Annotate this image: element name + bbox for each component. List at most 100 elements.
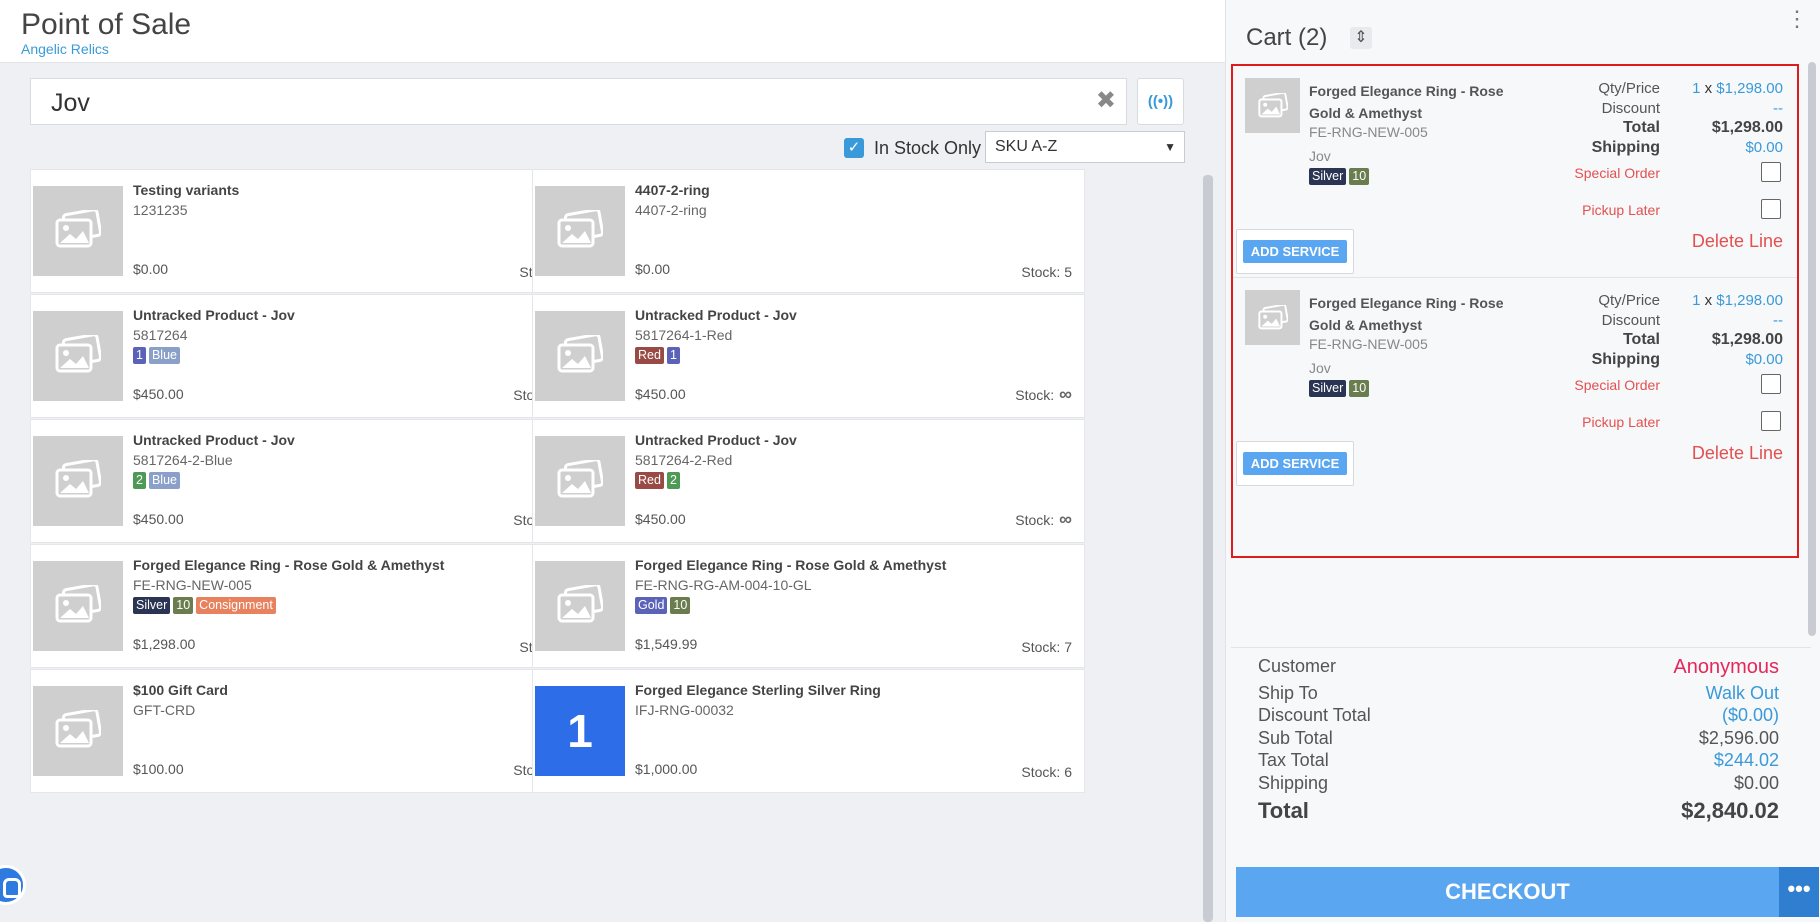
shipping-row: Shipping $0.00 bbox=[1231, 773, 1811, 799]
ship-to-link[interactable]: Walk Out bbox=[1706, 683, 1779, 704]
pickup-later-label: Pickup Later bbox=[1582, 202, 1660, 218]
qty-price-label: Qty/Price bbox=[1598, 80, 1660, 97]
line-shipping-link[interactable]: $0.00 bbox=[1745, 139, 1783, 156]
product-price: $1,549.99 bbox=[635, 636, 698, 652]
qty-price-value[interactable]: 1 x $1,298.00 bbox=[1692, 292, 1783, 309]
image-icon bbox=[55, 335, 101, 373]
product-card[interactable]: Forged Elegance Ring - Rose Gold & Ameth… bbox=[532, 544, 1085, 668]
image-icon bbox=[557, 585, 603, 623]
sort-select[interactable]: SKU A-Z ▼ bbox=[985, 131, 1185, 163]
discount-link[interactable]: -- bbox=[1773, 312, 1783, 329]
variant-tag: Red bbox=[635, 472, 664, 489]
product-price: $450.00 bbox=[133, 386, 184, 402]
image-icon bbox=[55, 710, 101, 748]
checkout-button[interactable]: CHECKOUT bbox=[1236, 867, 1779, 917]
unit-price-link[interactable]: $1,298.00 bbox=[1712, 80, 1783, 97]
variant-tag: 10 bbox=[173, 597, 194, 614]
unit-price-link[interactable]: $1,298.00 bbox=[1712, 292, 1783, 309]
product-card[interactable]: Untracked Product - Jov 5817264-2-Red Re… bbox=[532, 419, 1085, 543]
product-price: $0.00 bbox=[635, 261, 671, 277]
variant-tag: Red bbox=[635, 347, 664, 364]
product-card[interactable]: 1 Forged Elegance Sterling Silver Ring I… bbox=[532, 669, 1085, 793]
variant-tag: 2 bbox=[666, 472, 680, 489]
line-shipping-label: Shipping bbox=[1591, 139, 1660, 156]
sub-total-label: Sub Total bbox=[1258, 728, 1333, 748]
variant-tag: 2 bbox=[133, 472, 146, 489]
product-name: Forged Elegance Sterling Silver Ring bbox=[635, 682, 881, 698]
image-placeholder-icon bbox=[33, 686, 123, 776]
customer-link[interactable]: Anonymous bbox=[1673, 656, 1779, 679]
product-card[interactable]: Untracked Product - Jov 5817264-1-Red Re… bbox=[532, 294, 1085, 418]
product-card[interactable]: Untracked Product - Jov 5817264-2-Blue 2… bbox=[30, 419, 583, 543]
grid-scrollbar[interactable] bbox=[1203, 175, 1213, 922]
variant-tag: Gold bbox=[635, 597, 668, 614]
cart-line-item: Forged Elegance Ring - Rose Gold & Ameth… bbox=[1233, 277, 1797, 522]
product-card[interactable]: $100 Gift Card GFT-CRD $100.00 Stock: ∞ bbox=[30, 669, 583, 793]
line-shipping-link[interactable]: $0.00 bbox=[1745, 351, 1783, 368]
add-service-button[interactable]: ADD SERVICE bbox=[1236, 229, 1354, 274]
in-stock-checkbox[interactable]: ✓ bbox=[844, 138, 864, 158]
image-icon bbox=[557, 210, 603, 248]
times-sign: x bbox=[1700, 80, 1713, 97]
pickup-later-checkbox[interactable] bbox=[1761, 199, 1781, 219]
store-name-link[interactable]: Angelic Relics bbox=[21, 41, 109, 57]
kebab-menu-icon[interactable]: ⋮ bbox=[1786, 8, 1808, 30]
line-total-label: Total bbox=[1622, 119, 1660, 136]
page-title: Point of Sale bbox=[21, 8, 192, 41]
discount-link[interactable]: -- bbox=[1773, 100, 1783, 117]
image-placeholder-icon bbox=[1245, 78, 1300, 133]
collapse-icon[interactable]: ⇕ bbox=[1350, 27, 1372, 49]
tax-total-link[interactable]: $244.02 bbox=[1714, 750, 1779, 771]
stock-label: Stock: 5 bbox=[1021, 264, 1072, 280]
product-card[interactable]: Testing variants 1231235 $0.00 Stock: 1 bbox=[30, 169, 583, 293]
product-sku: 5817264 bbox=[133, 327, 188, 343]
delete-line-link[interactable]: Delete Line bbox=[1692, 443, 1783, 464]
product-thumbnail: 1 bbox=[535, 686, 625, 776]
product-sku: 5817264-1-Red bbox=[635, 327, 733, 343]
special-order-checkbox[interactable] bbox=[1761, 374, 1781, 394]
qty-price-label: Qty/Price bbox=[1598, 292, 1660, 309]
product-stock: Stock: 7 bbox=[1021, 639, 1072, 655]
cart-item-tags: Silver 10 bbox=[1309, 379, 1372, 397]
chevron-down-icon: ▼ bbox=[1164, 140, 1176, 154]
times-sign: x bbox=[1700, 292, 1713, 309]
image-icon bbox=[55, 585, 101, 623]
clear-icon[interactable]: ✖ bbox=[1096, 89, 1116, 113]
product-card[interactable]: Forged Elegance Ring - Rose Gold & Ameth… bbox=[30, 544, 583, 668]
product-sku: GFT-CRD bbox=[133, 702, 196, 718]
product-card[interactable]: Untracked Product - Jov 5817264 1 Blue $4… bbox=[30, 294, 583, 418]
help-icon[interactable] bbox=[0, 865, 26, 905]
product-price: $100.00 bbox=[133, 761, 184, 777]
cart-scrollbar[interactable] bbox=[1808, 62, 1816, 636]
customer-label: Customer bbox=[1258, 656, 1337, 676]
pickup-later-checkbox[interactable] bbox=[1761, 411, 1781, 431]
product-price: $1,000.00 bbox=[635, 761, 698, 777]
variant-tag: 10 bbox=[1349, 380, 1370, 397]
cart-item-tags: Silver 10 bbox=[1309, 167, 1372, 185]
variant-tag: Silver bbox=[1309, 380, 1347, 397]
discount-total-link[interactable]: ($0.00) bbox=[1722, 705, 1779, 726]
special-order-checkbox[interactable] bbox=[1761, 162, 1781, 182]
product-name: 4407-2-ring bbox=[635, 182, 710, 198]
product-sku: 1231235 bbox=[133, 202, 188, 218]
qty-price-value[interactable]: 1 x $1,298.00 bbox=[1692, 80, 1783, 97]
stock-label: Stock: bbox=[1015, 512, 1055, 528]
add-service-button[interactable]: ADD SERVICE bbox=[1236, 441, 1354, 486]
image-icon bbox=[557, 460, 603, 498]
image-placeholder-icon bbox=[33, 561, 123, 651]
product-tags: Red 1 bbox=[635, 346, 683, 364]
grand-total-row: Total $2,840.02 bbox=[1231, 798, 1811, 824]
delete-line-link[interactable]: Delete Line bbox=[1692, 231, 1783, 252]
product-search-input[interactable]: Jov ✖ bbox=[30, 78, 1127, 125]
checkout-more-button[interactable]: ••• bbox=[1779, 867, 1819, 917]
product-name: Testing variants bbox=[133, 182, 240, 198]
infinity-icon: ∞ bbox=[1054, 384, 1072, 404]
product-name: Untracked Product - Jov bbox=[635, 307, 797, 323]
product-card[interactable]: 4407-2-ring 4407-2-ring $0.00 Stock: 5 bbox=[532, 169, 1085, 293]
image-placeholder-icon bbox=[33, 436, 123, 526]
product-tags: 2 Blue bbox=[133, 471, 183, 489]
product-name: Untracked Product - Jov bbox=[635, 432, 797, 448]
variant-tag: Silver bbox=[1309, 168, 1347, 185]
broadcast-icon[interactable]: ((•)) bbox=[1137, 78, 1184, 125]
cart-totals: Customer Anonymous Ship To Walk Out Disc… bbox=[1231, 647, 1811, 857]
